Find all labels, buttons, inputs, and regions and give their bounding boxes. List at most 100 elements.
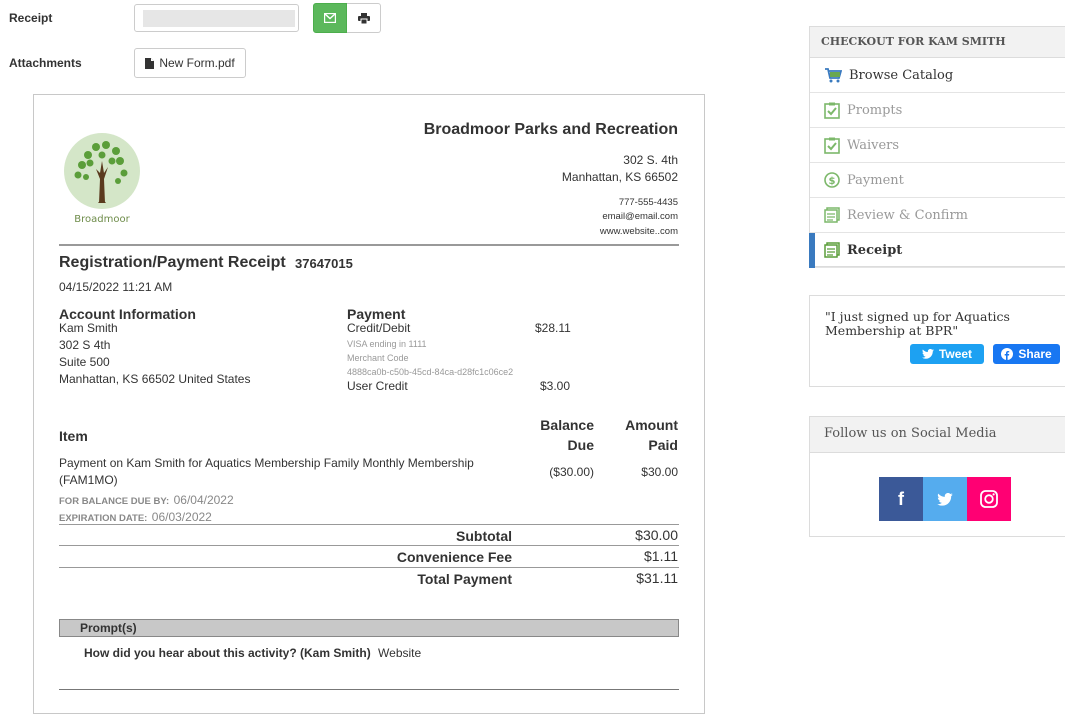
dollar-circle-icon: $ xyxy=(824,172,840,188)
social-panel: Follow us on Social Media f xyxy=(809,416,1065,537)
twitter-bird-icon xyxy=(921,349,934,359)
attachments-label: Attachments xyxy=(9,56,82,70)
org-name: Broadmoor Parks and Recreation xyxy=(423,121,678,138)
file-icon xyxy=(145,57,155,69)
instagram-icon xyxy=(980,490,998,508)
social-heading: Follow us on Social Media xyxy=(810,417,1065,453)
header-divider xyxy=(59,244,679,246)
email-receipt-button[interactable] xyxy=(313,3,347,33)
step-label: Review & Confirm xyxy=(847,207,968,223)
step-label: Browse Catalog xyxy=(849,67,954,83)
receipt-date: 04/15/2022 11:21 AM xyxy=(59,280,173,294)
step-browse-catalog[interactable]: Browse Catalog xyxy=(810,58,1065,93)
payment-heading: Payment xyxy=(347,306,406,322)
receipt-document: Broadmoor Broadmoor Parks and Recreation… xyxy=(33,94,705,714)
payment-method-amount: $28.11 xyxy=(535,321,571,335)
step-label: Payment xyxy=(847,172,904,188)
col-amount-header-line2: Paid xyxy=(648,437,678,453)
balance-due-by-label: FOR BALANCE DUE BY: xyxy=(59,496,170,507)
checkout-heading: CHECKOUT FOR KAM SMITH xyxy=(810,27,1065,58)
org-phone: 777-555-4435 xyxy=(618,197,678,208)
step-label: Receipt xyxy=(847,242,903,258)
org-website: www.website..com xyxy=(599,226,678,237)
print-receipt-button[interactable] xyxy=(347,3,381,33)
cart-icon xyxy=(825,68,842,83)
balance-due-by-date: 06/04/2022 xyxy=(173,493,234,507)
expiration-value: 06/03/2022 xyxy=(151,510,212,524)
col-balance-header-line1: Balance xyxy=(540,417,594,433)
share-label: Share xyxy=(1018,347,1052,361)
item-description: Payment on Kam Smith for Aquatics Member… xyxy=(59,456,474,470)
attachment-file-name: New Form.pdf xyxy=(159,56,235,70)
item-code: (FAM1MO) xyxy=(59,473,118,487)
account-city: Manhattan, KS 66502 United States xyxy=(59,372,251,386)
payment-card: VISA ending in 1111 xyxy=(347,339,427,349)
payment-method: Credit/Debit xyxy=(347,321,411,335)
account-street: 302 S 4th xyxy=(59,338,111,352)
logo-text: Broadmoor xyxy=(74,214,130,225)
balance-due-by: FOR BALANCE DUE BY: 06/04/2022 xyxy=(59,491,234,509)
tweet-label: Tweet xyxy=(938,347,973,361)
share-panel: "I just signed up for Aquatics Membershi… xyxy=(809,295,1065,387)
subtotal-divider xyxy=(59,545,679,546)
checkout-panel: CHECKOUT FOR KAM SMITH Browse Catalog Pr… xyxy=(809,26,1065,268)
account-name: Kam Smith xyxy=(59,321,118,335)
attachment-file-button[interactable]: New Form.pdf xyxy=(134,48,246,78)
receipt-label: Receipt xyxy=(9,11,53,25)
receipt-number: 37647015 xyxy=(295,256,353,271)
merchant-code: 4888ca0b-c50b-45cd-84ca-d28fc1c06ce2 xyxy=(347,367,514,377)
prompt-row: How did you hear about this activity? (K… xyxy=(84,646,421,660)
instagram-link[interactable] xyxy=(967,477,1011,521)
col-item-header: Item xyxy=(59,428,88,444)
envelope-icon xyxy=(324,13,336,23)
prompt-question: How did you hear about this activity? (K… xyxy=(84,646,371,660)
org-address-line1: 302 S. 4th xyxy=(623,153,678,167)
step-prompts[interactable]: Prompts xyxy=(810,93,1065,128)
subtotal-value: $30.00 xyxy=(635,527,678,543)
total-payment-value: $31.11 xyxy=(636,570,678,586)
receipt-icon xyxy=(824,242,840,258)
step-receipt[interactable]: Receipt xyxy=(809,233,1065,268)
receipt-email-input[interactable] xyxy=(134,4,299,32)
prompt-answer: Website xyxy=(378,646,422,660)
step-label: Waivers xyxy=(847,137,900,153)
tweet-button[interactable]: Tweet xyxy=(910,344,984,364)
merchant-code-label: Merchant Code xyxy=(347,353,409,363)
step-review-confirm[interactable]: Review & Confirm xyxy=(810,198,1065,233)
receipt-icon xyxy=(824,207,840,223)
user-credit-amount: $3.00 xyxy=(540,379,571,393)
col-balance-header-line2: Due xyxy=(567,437,594,453)
receipt-title: Registration/Payment Receipt xyxy=(59,254,286,271)
totals-divider xyxy=(59,524,679,525)
share-quote: "I just signed up for Aquatics Membershi… xyxy=(825,309,1010,338)
twitter-bird-icon xyxy=(937,492,953,506)
broadmoor-tree-logo: Broadmoor xyxy=(64,133,140,225)
org-address-line2: Manhattan, KS 66502 xyxy=(561,170,678,184)
clipboard-check-icon xyxy=(824,102,840,119)
convenience-fee-label: Convenience Fee xyxy=(396,549,512,565)
printer-icon xyxy=(357,12,370,24)
facebook-link[interactable]: f xyxy=(879,477,923,521)
org-email: email@email.com xyxy=(602,211,678,222)
footer-divider xyxy=(59,689,679,690)
item-amount-paid: $30.00 xyxy=(641,465,678,479)
step-waivers[interactable]: Waivers xyxy=(810,128,1065,163)
convenience-fee-value: $1.11 xyxy=(644,548,678,564)
col-amount-header-line1: Amount xyxy=(625,417,678,433)
facebook-share-button[interactable]: Share xyxy=(993,344,1060,364)
user-credit-label: User Credit xyxy=(347,379,408,393)
step-label: Prompts xyxy=(847,102,903,118)
clipboard-check-icon xyxy=(824,137,840,154)
facebook-icon xyxy=(1001,348,1014,360)
account-heading: Account Information xyxy=(59,306,196,322)
account-suite: Suite 500 xyxy=(59,355,110,369)
redacted-value xyxy=(143,10,295,27)
step-payment[interactable]: $ Payment xyxy=(810,163,1065,198)
subtotal-label: Subtotal xyxy=(456,528,512,544)
prompts-heading: Prompt(s) xyxy=(59,619,679,637)
fee-divider xyxy=(59,567,679,568)
item-balance-due: ($30.00) xyxy=(549,465,594,479)
expiration-label: EXPIRATION DATE: xyxy=(59,513,148,524)
twitter-link[interactable] xyxy=(923,477,967,521)
svg-text:$: $ xyxy=(829,176,836,187)
